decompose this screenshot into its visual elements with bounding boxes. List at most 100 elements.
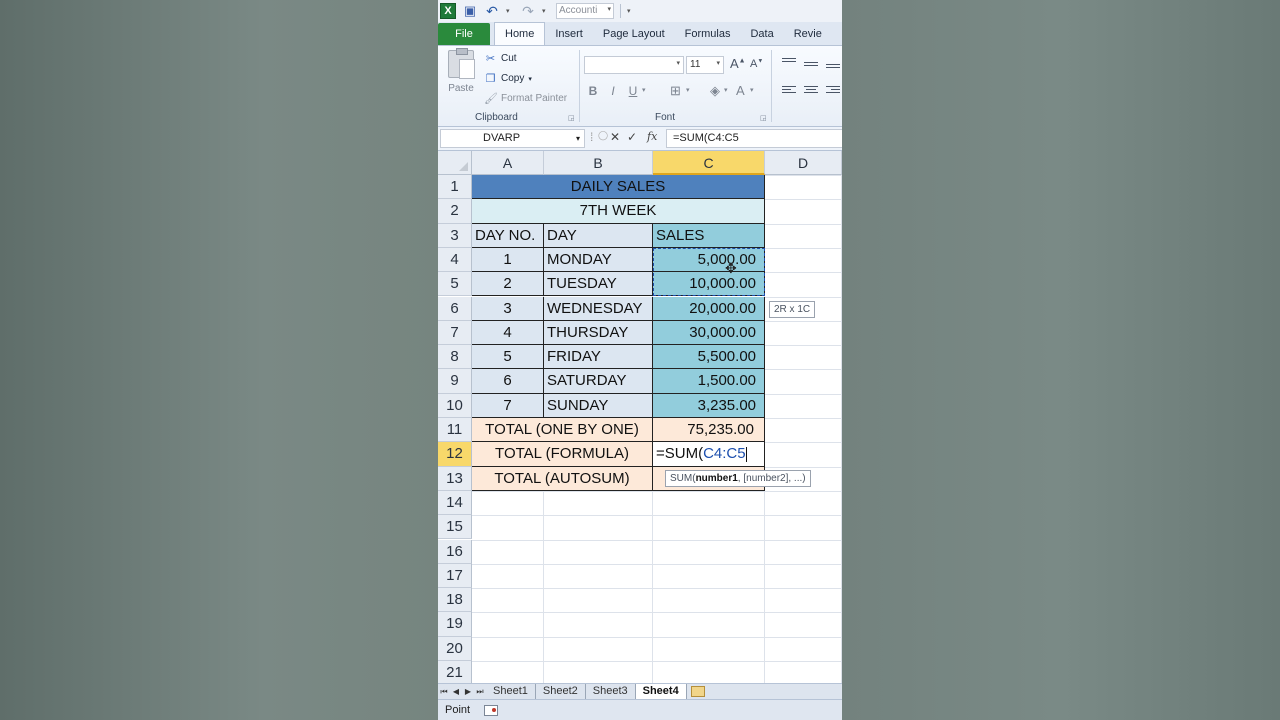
- bold-icon[interactable]: B: [586, 84, 600, 98]
- row-header-9[interactable]: 9: [438, 369, 472, 394]
- row-header-19[interactable]: 19: [438, 612, 472, 637]
- chevron-down-icon[interactable]: ▾: [642, 86, 646, 94]
- row-header-14[interactable]: 14: [438, 490, 472, 516]
- row-header-18[interactable]: 18: [438, 588, 472, 613]
- redo-icon[interactable]: ↷: [520, 3, 536, 19]
- cell-sales[interactable]: 20,000.00: [653, 296, 765, 321]
- row-header-10[interactable]: 10: [438, 393, 472, 418]
- tab-page-layout[interactable]: Page Layout: [593, 23, 675, 45]
- align-top-icon[interactable]: [782, 58, 796, 64]
- column-header-d[interactable]: D: [765, 151, 842, 175]
- italic-icon[interactable]: I: [606, 84, 620, 98]
- row-header-6[interactable]: 6: [438, 296, 472, 321]
- fill-color-icon[interactable]: ◈: [710, 83, 720, 99]
- sheet-tab-sheet3[interactable]: Sheet3: [586, 684, 636, 699]
- row-header-21[interactable]: 21: [438, 661, 472, 686]
- macro-record-icon[interactable]: [484, 704, 499, 716]
- number-format-combo[interactable]: Accounti ▾: [556, 3, 614, 19]
- total-formula-label[interactable]: TOTAL (FORMULA): [472, 442, 653, 467]
- undo-icon[interactable]: ↶: [484, 3, 500, 19]
- cell-day[interactable]: TUESDAY: [544, 272, 653, 297]
- row-header-16[interactable]: 16: [438, 539, 472, 564]
- format-painter-button[interactable]: 🖌 Format Painter: [484, 92, 567, 105]
- next-sheet-icon[interactable]: ▶: [462, 687, 474, 696]
- font-name-combo[interactable]: ▾: [584, 56, 684, 74]
- cell-sales[interactable]: 30,000.00: [653, 320, 765, 346]
- shrink-font-icon[interactable]: A▼: [750, 58, 763, 70]
- row-header-5[interactable]: 5: [438, 272, 472, 297]
- table-week-cell[interactable]: 7TH WEEK: [472, 199, 765, 224]
- align-center-icon[interactable]: [804, 86, 818, 95]
- sheet-tab-sheet4[interactable]: Sheet4: [635, 684, 687, 699]
- column-header-a[interactable]: A: [472, 151, 544, 175]
- tab-data[interactable]: Data: [740, 23, 783, 45]
- tab-review[interactable]: Revie: [784, 23, 832, 45]
- grow-font-icon[interactable]: A▲: [730, 56, 746, 71]
- cell-day-no[interactable]: 4: [472, 320, 544, 346]
- customize-qat-icon[interactable]: ▾: [627, 7, 635, 15]
- row-header-4[interactable]: 4: [438, 247, 472, 273]
- tab-home[interactable]: Home: [494, 22, 546, 45]
- total-one-by-one-value[interactable]: 75,235.00: [653, 418, 765, 443]
- cell-day[interactable]: SATURDAY: [544, 369, 653, 394]
- cell-sales[interactable]: 5,500.00: [653, 345, 765, 370]
- cell-day[interactable]: THURSDAY: [544, 320, 653, 346]
- clipboard-dialog-launcher-icon[interactable]: ◲: [568, 114, 575, 122]
- cell-day-no[interactable]: 2: [472, 272, 544, 297]
- align-bottom-icon[interactable]: [826, 64, 840, 70]
- cell-day[interactable]: WEDNESDAY: [544, 296, 653, 321]
- cell-day-no[interactable]: 1: [472, 247, 544, 273]
- header-day-no[interactable]: DAY NO.: [472, 223, 544, 248]
- cut-button[interactable]: ✂ Cut: [484, 52, 517, 65]
- header-day[interactable]: DAY: [544, 223, 653, 248]
- total-one-by-one-label[interactable]: TOTAL (ONE BY ONE): [472, 418, 653, 443]
- row-header-15[interactable]: 15: [438, 515, 472, 540]
- cell-sales[interactable]: 1,500.00: [653, 369, 765, 394]
- row-header-11[interactable]: 11: [438, 418, 472, 443]
- paste-button[interactable]: Paste: [446, 48, 476, 100]
- row-header-3[interactable]: 3: [438, 223, 472, 248]
- total-autosum-label[interactable]: TOTAL (AUTOSUM): [472, 466, 653, 491]
- cell-day[interactable]: SUNDAY: [544, 393, 653, 418]
- select-all-corner[interactable]: [438, 151, 472, 175]
- borders-icon[interactable]: ⊞: [670, 83, 681, 99]
- align-middle-icon[interactable]: [804, 62, 818, 68]
- row-header-12[interactable]: 12: [438, 442, 472, 467]
- spreadsheet-grid[interactable]: A B C D 1 2 3 4 5 6 7 8 9 10 11 12 13 14 15 16 17 18 19 20 2…: [438, 151, 842, 687]
- row-header-8[interactable]: 8: [438, 345, 472, 370]
- tab-file[interactable]: File: [438, 23, 490, 45]
- tab-insert[interactable]: Insert: [545, 23, 593, 45]
- font-color-icon[interactable]: A: [736, 83, 745, 98]
- row-header-17[interactable]: 17: [438, 563, 472, 589]
- tooltip-fn-name[interactable]: SUM(: [670, 473, 696, 484]
- insert-sheet-icon[interactable]: [690, 686, 705, 697]
- undo-dropdown-icon[interactable]: ▾: [506, 7, 514, 15]
- save-icon[interactable]: ▣: [462, 3, 478, 19]
- column-header-b[interactable]: B: [544, 151, 653, 175]
- row-header-7[interactable]: 7: [438, 320, 472, 346]
- font-size-combo[interactable]: 11 ▾: [686, 56, 724, 74]
- name-box[interactable]: DVARP ▾: [440, 129, 585, 148]
- prev-sheet-icon[interactable]: ◀: [450, 687, 462, 696]
- tab-formulas[interactable]: Formulas: [675, 23, 741, 45]
- font-dialog-launcher-icon[interactable]: ◲: [760, 114, 767, 122]
- cell-day[interactable]: MONDAY: [544, 247, 653, 273]
- chevron-down-icon[interactable]: ▾: [724, 86, 728, 94]
- chevron-down-icon[interactable]: ▾: [750, 86, 754, 94]
- cell-day-no[interactable]: 7: [472, 393, 544, 418]
- cell-day-no[interactable]: 5: [472, 345, 544, 370]
- row-header-13[interactable]: 13: [438, 466, 472, 491]
- total-formula-edit-cell[interactable]: =SUM(C4:C5: [653, 442, 765, 467]
- row-header-2[interactable]: 2: [438, 199, 472, 224]
- redo-dropdown-icon[interactable]: ▾: [542, 7, 550, 15]
- row-header-1[interactable]: 1: [438, 175, 472, 200]
- cell-sales[interactable]: 3,235.00: [653, 393, 765, 418]
- table-title-cell[interactable]: DAILY SALES: [472, 175, 765, 200]
- column-header-c[interactable]: C: [653, 151, 765, 175]
- last-sheet-icon[interactable]: ⏭: [474, 687, 486, 697]
- cancel-icon[interactable]: ✕: [610, 130, 620, 144]
- align-right-icon[interactable]: [826, 86, 840, 95]
- first-sheet-icon[interactable]: ⏮: [438, 687, 450, 697]
- underline-icon[interactable]: U: [626, 84, 640, 98]
- sheet-tab-sheet2[interactable]: Sheet2: [536, 684, 586, 699]
